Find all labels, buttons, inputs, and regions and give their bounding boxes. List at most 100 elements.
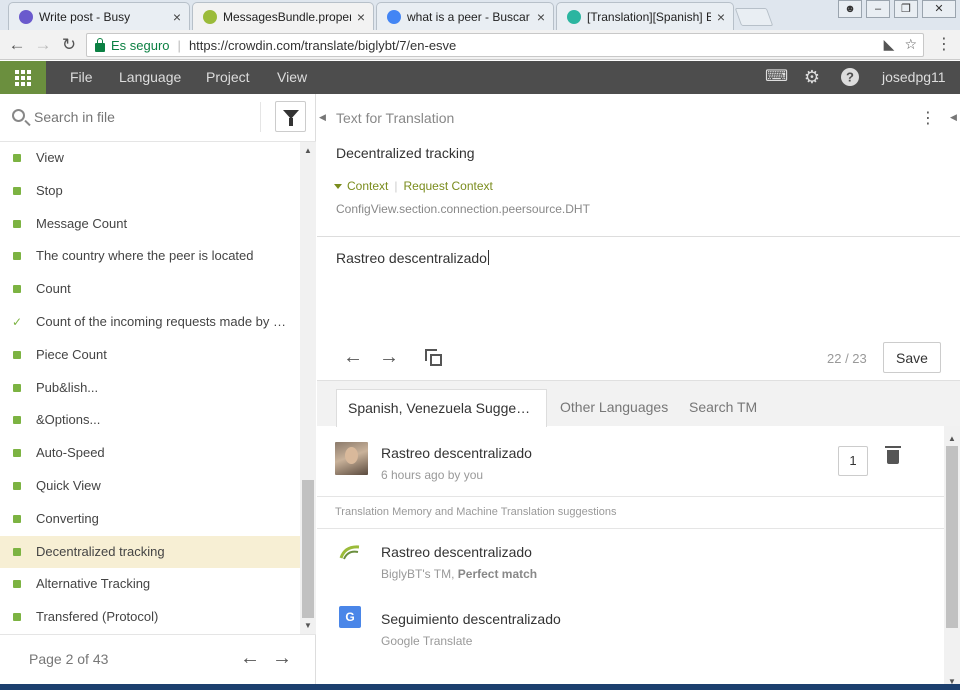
browser-tab-translation[interactable]: [Translation][Spanish] BiglyBT × [556,2,734,30]
tab-other-languages[interactable]: Other Languages [549,389,679,427]
forward-arrow-icon[interactable]: → [32,34,54,56]
collapse-left-icon[interactable]: ◀ [319,112,326,123]
browser-menu-icon[interactable]: ⋮ [936,34,952,56]
search-input[interactable] [34,106,254,128]
apps-grid-button[interactable] [0,61,46,94]
scrollbar-thumb[interactable] [302,480,314,618]
help-icon[interactable]: ? [840,67,860,87]
list-item[interactable]: Decentralized tracking [0,535,300,569]
list-item[interactable]: &Options... [0,404,300,437]
prev-string-icon[interactable]: ← [343,346,363,369]
scrollbar-thumb[interactable] [946,446,958,628]
string-label: Transfered (Protocol) [36,609,159,625]
scroll-up-icon[interactable]: ▲ [304,146,312,155]
list-item[interactable]: The country where the peer is located [0,240,300,273]
restore-icon[interactable]: ❐ [894,0,918,18]
editor-toolbar: ← → 22 / 23 Save [317,334,960,380]
save-button[interactable]: Save [883,342,941,373]
scroll-up-icon[interactable]: ▲ [948,434,956,443]
copy-source-icon[interactable] [425,349,442,366]
browser-tab-google[interactable]: what is a peer - Buscar con Google × [376,2,554,30]
tm-match: Perfect match [457,567,538,581]
busy-favicon-icon [19,9,33,24]
translated-status-icon [13,154,21,162]
list-item[interactable]: Stop [0,175,300,208]
user-suggestion-meta: 6 hours ago by you [381,468,484,482]
list-item[interactable]: Converting [0,503,300,536]
tab-title: what is a peer - Buscar con Google [407,9,531,24]
next-string-icon[interactable]: → [379,346,399,369]
context-toggle[interactable]: Context [347,179,388,193]
suggestion-divider [317,496,944,497]
url-text[interactable]: https://crowdin.com/translate/biglybt/7/… [189,38,456,53]
username[interactable]: josedpg11 [882,61,946,94]
delete-icon[interactable] [885,446,901,464]
suggestion-tabs: Spanish, Venezuela Suggestions Other Lan… [317,380,960,427]
source-label: Text for Translation [336,110,455,126]
filter-button[interactable] [275,101,306,132]
tab-search-tm[interactable]: Search TM [678,389,768,427]
prev-page-icon[interactable]: ← [240,647,260,670]
list-item[interactable]: ✓ Count of the incoming requests made by … [0,306,300,339]
keyboard-icon[interactable]: ⌨ [765,67,788,87]
back-arrow-icon[interactable]: ← [6,34,28,56]
list-item[interactable]: Quick View [0,470,300,503]
translate-page-icon[interactable]: ◣ [884,36,895,53]
bookmark-star-icon[interactable]: ☆ [904,36,917,53]
close-tab-icon[interactable]: × [357,9,365,25]
translation-textarea[interactable]: Rastreo descentralizado [336,250,489,266]
strings-panel: View Stop Message Count The country where t… [0,94,316,690]
browser-tab-messagesbundle[interactable]: MessagesBundle.properties × [192,2,374,31]
list-item[interactable]: Count [0,273,300,306]
translated-status-icon [13,613,21,622]
list-item[interactable]: Auto-Speed [0,437,300,470]
translated-status-icon [13,186,21,195]
string-label: Count of the incoming requests made by p… [36,313,300,329]
tm-suggestion-text[interactable]: Rastreo descentralizado [381,544,532,560]
list-item[interactable]: Alternative Tracking [0,568,300,601]
next-page-icon[interactable]: → [272,647,292,670]
vote-count[interactable]: 1 [838,446,868,476]
suggestions-scrollbar[interactable]: ▲ ▼ [944,426,960,690]
list-item[interactable]: Pub&lish... [0,372,300,405]
mt-suggestion-text[interactable]: Seguimiento descentralizado [381,611,561,627]
reload-icon[interactable]: ↻ [58,34,80,56]
context-toggle-icon[interactable] [334,183,342,189]
menu-project[interactable]: Project [206,61,250,94]
list-item[interactable]: Transfered (Protocol) [0,601,300,634]
suggestion-divider [317,528,944,529]
menu-view[interactable]: View [277,61,307,94]
svg-text:?: ? [846,70,854,85]
profile-icon[interactable]: ☻ [838,0,862,18]
crowdin-tm-icon [339,545,360,560]
close-tab-icon[interactable]: × [173,9,181,25]
minimize-icon[interactable]: – [866,0,890,18]
strings-scrollbar[interactable]: ▲ ▼ [300,142,316,634]
close-tab-icon[interactable]: × [717,9,725,25]
translated-status-icon [13,383,21,392]
string-label: Message Count [36,215,128,231]
user-suggestion-text[interactable]: Rastreo descentralizado [381,445,532,461]
list-item[interactable]: Message Count [0,208,300,241]
tab-suggestions[interactable]: Spanish, Venezuela Suggestions [336,389,547,427]
address-bar[interactable]: Es seguro | https://crowdin.com/translat… [86,33,924,57]
page-indicator: Page 2 of 43 [29,651,109,667]
scroll-down-icon[interactable]: ▼ [304,621,312,630]
menu-file[interactable]: File [70,61,93,94]
request-context-link[interactable]: Request Context [403,179,492,193]
window-close-icon[interactable]: ✕ [922,0,956,18]
list-item[interactable]: View [0,142,300,175]
string-label: Converting [36,510,99,526]
collapse-right-icon[interactable]: ◀ [950,112,957,123]
browser-tab-busy[interactable]: Write post - Busy × [8,2,190,30]
close-tab-icon[interactable]: × [537,9,545,25]
translated-status-icon [13,547,21,556]
list-item[interactable]: Piece Count [0,339,300,372]
menu-language[interactable]: Language [119,61,181,94]
string-label: &Options... [36,412,101,428]
more-options-icon[interactable]: ⋮ [920,108,936,128]
app-header: File Language Project View ⌨ ⚙ ? josedpg… [0,61,960,94]
string-label: Quick View [36,477,101,493]
gear-icon[interactable]: ⚙ [802,67,822,87]
new-tab-button[interactable] [734,8,774,26]
